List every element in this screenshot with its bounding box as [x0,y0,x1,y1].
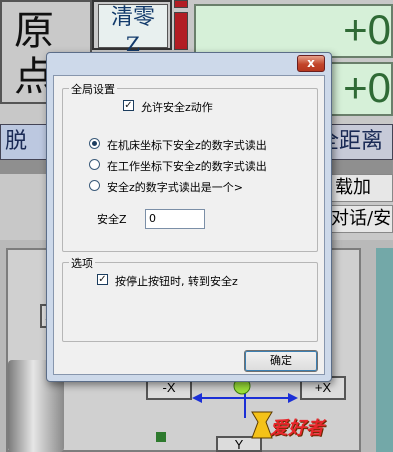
zero-z-button[interactable]: 清零 Z [92,0,172,56]
logo-text: 爱好者 [270,418,324,439]
dialogue-button[interactable]: 对话/安 [330,205,393,233]
allow-safe-z-label: 允许安全z动作 [141,101,213,114]
dro-display-1: +0 [194,4,393,58]
dialogue-button-label: 对话/安 [331,208,392,229]
dro-value-2: +0 [343,64,391,111]
close-button[interactable]: x [297,55,325,72]
status-led-top [174,0,188,8]
radio-offset-label: 安全z的数字式读出是一个> [107,181,243,194]
ok-button-label: 确定 [270,354,292,367]
radio-selected-dot [92,141,97,146]
safe-z-input[interactable]: 0 [145,209,205,229]
ok-button[interactable]: 确定 [244,350,318,372]
jog-minus-x-label: -X [162,380,176,395]
close-icon: x [307,56,315,70]
radio-machine-coords-label: 在机床坐标下安全z的数字式读出 [107,139,267,152]
dro-value-1: +0 [343,6,391,53]
options-group: 选项 ✓ 按停止按钮时, 转到安全z [62,255,318,342]
global-settings-group: 全局设置 ✓ 允许安全z动作 在机床坐标下安全z的数字式读出 在工作坐标下安全z… [62,81,318,252]
global-settings-title: 全局设置 [69,81,117,97]
radio-machine-coords[interactable] [89,138,100,149]
allow-safe-z-checkbox[interactable]: ✓ [123,100,134,111]
indicator-square [156,432,166,442]
safe-z-value: 0 [149,212,156,225]
radio-work-coords-label: 在工作坐标下安全z的数字式读出 [107,160,267,173]
dialog-client-area: 全局设置 ✓ 允许安全z动作 在机床坐标下安全z的数字式读出 在工作坐标下安全z… [53,75,325,375]
radio-offset[interactable] [89,180,100,191]
radio-work-coords[interactable] [89,159,100,170]
detach-label: 脱 [5,129,28,154]
stop-to-safe-z-label: 按停止按钮时, 转到安全z [115,275,238,288]
zero-button-label: 清零 [110,5,155,30]
stop-to-safe-z-checkbox[interactable]: ✓ [97,274,108,285]
jog-plus-x-label: +X [314,380,332,395]
load-button[interactable]: 载加 [330,174,393,202]
safe-z-dialog: x 全局设置 ✓ 允许安全z动作 在机床坐标下安全z的数字式读出 在工作坐标下安… [46,52,332,382]
status-led [174,12,188,50]
safe-z-label: 安全Z [97,213,127,226]
side-stripe [376,248,393,452]
options-title: 选项 [69,255,95,271]
load-button-label: 载加 [335,177,371,198]
jog-y-label: Y [234,437,244,452]
zero-z-button-face: 清零 Z [98,4,168,56]
